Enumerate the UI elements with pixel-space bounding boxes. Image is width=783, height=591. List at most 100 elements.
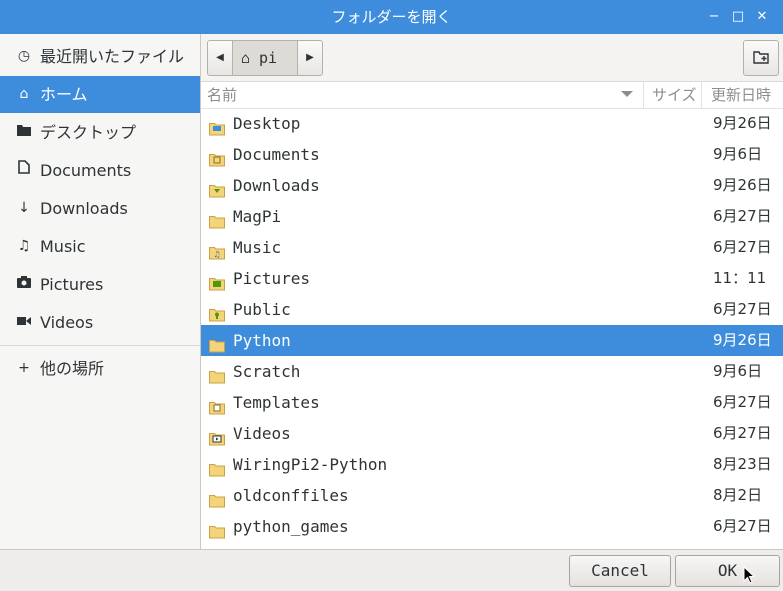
sidebar-item-label: 他の場所: [40, 359, 105, 378]
sidebar-item-music[interactable]: ♫ Music: [0, 228, 200, 265]
desktop-folder-icon: [209, 116, 225, 136]
file-name: Videos: [233, 424, 291, 443]
file-row[interactable]: Templates 6月27日: [201, 387, 783, 418]
file-modified-date: 6月27日: [713, 424, 772, 442]
file-row[interactable]: oldconffiles 8月2日: [201, 480, 783, 511]
sidebar-item-documents[interactable]: Documents: [0, 152, 200, 189]
cancel-button[interactable]: Cancel: [569, 555, 671, 587]
downloads-folder-icon: [209, 178, 225, 198]
column-header-modified[interactable]: 更新日時: [701, 82, 783, 108]
file-row[interactable]: MagPi 6月27日: [201, 201, 783, 232]
recent-icon: ◷: [17, 48, 31, 64]
file-name: python_games: [233, 517, 349, 536]
folder-icon: [209, 364, 225, 384]
file-name: Desktop: [233, 114, 301, 133]
file-modified-date: 9月6日: [713, 145, 763, 163]
file-row[interactable]: python_games 6月27日: [201, 511, 783, 542]
download-icon: ↓: [18, 200, 30, 216]
maximize-icon[interactable]: □: [729, 8, 747, 26]
file-list-header: 名前 サイズ 更新日時: [201, 82, 783, 109]
path-scroll-left-button[interactable]: ◀: [208, 41, 233, 75]
svg-text:♫: ♫: [213, 250, 220, 259]
music-icon: ♫: [17, 238, 31, 254]
file-row[interactable]: Public 6月27日: [201, 294, 783, 325]
folder-icon: [209, 209, 225, 229]
file-modified-date: 8月23日: [713, 455, 772, 473]
file-row[interactable]: Downloads 9月26日: [201, 170, 783, 201]
breadcrumb: ◀ ⌂ pi ▶: [207, 40, 323, 76]
music-folder-icon: ♫: [209, 240, 225, 260]
folder-icon: [209, 519, 225, 539]
file-modified-date: 6月27日: [713, 393, 772, 411]
sort-descending-icon: [621, 91, 633, 97]
file-name: Templates: [233, 393, 320, 412]
window-title: フォルダーを開く: [331, 8, 452, 26]
sidebar-item-recent[interactable]: ◷ 最近開いたファイル: [0, 38, 200, 75]
folder-icon: [209, 457, 225, 477]
file-name: Pictures: [233, 269, 311, 288]
file-modified-date: 9月26日: [713, 114, 772, 132]
plus-icon: +: [18, 360, 30, 376]
title-bar[interactable]: フォルダーを開く − □ ✕: [0, 0, 783, 34]
close-icon[interactable]: ✕: [753, 8, 771, 26]
folder-icon: [209, 488, 225, 508]
column-header-name[interactable]: 名前: [207, 82, 237, 108]
home-icon: ⌂: [19, 86, 29, 102]
file-row[interactable]: Videos 6月27日: [201, 418, 783, 449]
file-chooser-dialog: フォルダーを開く − □ ✕ ◷ 最近開いたファイル ⌂ ホーム デスクトップ …: [0, 0, 783, 591]
action-bar: Cancel OK: [0, 549, 783, 591]
file-modified-date: 9月26日: [713, 176, 772, 194]
ok-button[interactable]: OK: [675, 555, 780, 587]
minimize-icon[interactable]: −: [705, 8, 723, 26]
file-row[interactable]: Scratch 9月6日: [201, 356, 783, 387]
file-name: oldconffiles: [233, 486, 349, 505]
folder-icon: [209, 333, 225, 353]
path-scroll-right-button[interactable]: ▶: [297, 41, 322, 75]
sidebar-separator: [0, 345, 200, 346]
sidebar-item-label: ホーム: [40, 85, 88, 104]
public-folder-icon: [209, 302, 225, 322]
file-name: Python: [233, 331, 291, 350]
folder-icon: [14, 114, 34, 151]
new-folder-button[interactable]: [743, 40, 779, 76]
file-name: Documents: [233, 145, 320, 164]
sidebar-item-downloads[interactable]: ↓ Downloads: [0, 190, 200, 227]
videos-folder-icon: [209, 426, 225, 446]
file-modified-date: 11：11: [713, 269, 767, 287]
new-folder-icon: [753, 51, 769, 64]
file-modified-date: 6月27日: [713, 300, 772, 318]
sidebar-item-videos[interactable]: Videos: [0, 304, 200, 341]
file-name: Scratch: [233, 362, 301, 381]
sidebar-item-label: Downloads: [40, 199, 128, 218]
file-row[interactable]: Python 9月26日: [201, 325, 783, 356]
places-sidebar: ◷ 最近開いたファイル ⌂ ホーム デスクトップ Documents ↓ Dow…: [0, 34, 201, 549]
file-row[interactable]: WiringPi2-Python 8月23日: [201, 449, 783, 480]
mouse-cursor-icon: [743, 566, 755, 584]
file-modified-date: 6月27日: [713, 238, 772, 256]
breadcrumb-label: pi: [259, 49, 278, 67]
column-header-size[interactable]: サイズ: [643, 82, 708, 108]
file-name: Public: [233, 300, 291, 319]
templates-folder-icon: [209, 395, 225, 415]
sidebar-item-label: Music: [40, 237, 86, 256]
sidebar-item-pictures[interactable]: Pictures: [0, 266, 200, 303]
file-name: WiringPi2-Python: [233, 455, 388, 474]
sidebar-item-home[interactable]: ⌂ ホーム: [0, 76, 200, 113]
file-row[interactable]: ♫ Music 6月27日: [201, 232, 783, 263]
file-row[interactable]: Pictures 11：11: [201, 263, 783, 294]
file-modified-date: 6月27日: [713, 517, 772, 535]
file-row[interactable]: Documents 9月6日: [201, 139, 783, 170]
sidebar-item-label: Pictures: [40, 275, 104, 294]
home-icon: ⌂: [241, 49, 251, 67]
file-list: Desktop 9月26日 Documents 9月6日 Downloads 9月26日 M…: [201, 108, 783, 549]
sidebar-item-other-locations[interactable]: + 他の場所: [0, 350, 200, 387]
file-modified-date: 8月2日: [713, 486, 763, 504]
sidebar-item-desktop[interactable]: デスクトップ: [0, 114, 200, 151]
camera-icon: [14, 266, 34, 303]
breadcrumb-home-button[interactable]: ⌂ pi: [233, 41, 297, 75]
file-modified-date: 6月27日: [713, 207, 772, 225]
sidebar-item-label: 最近開いたファイル: [40, 47, 185, 66]
documents-folder-icon: [209, 147, 225, 167]
file-row[interactable]: Desktop 9月26日: [201, 108, 783, 139]
file-name: Music: [233, 238, 282, 257]
